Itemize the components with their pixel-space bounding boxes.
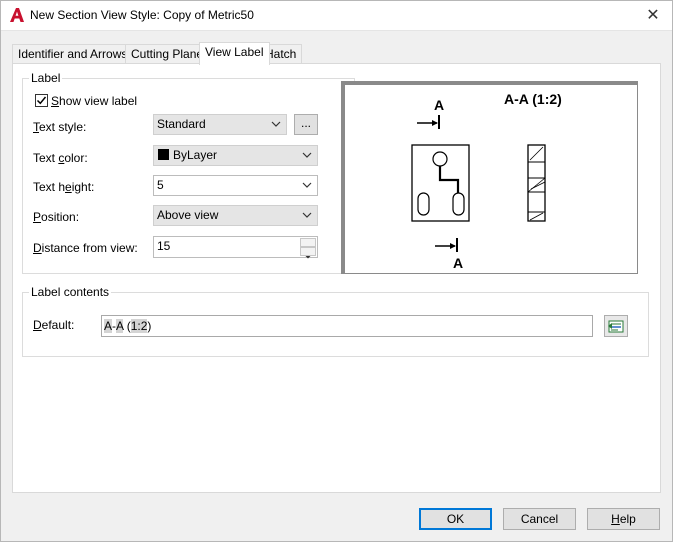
show-view-label-checkbox[interactable] [35,94,48,107]
label-contents-title: Label contents [29,285,112,299]
text-color-value: ByLayer [173,148,218,162]
tab-cutting-plane[interactable]: Cutting Plane [125,44,210,64]
tab-panel: Label Show view label Text style: Standa… [12,63,661,493]
color-swatch [158,149,169,160]
distance-from-view-value: 15 [157,239,171,253]
text-height-combo[interactable]: 5 [153,175,318,196]
field-edit-icon [608,320,624,333]
spin-up-button[interactable] [300,238,316,250]
text-color-select[interactable]: ByLayer [153,145,318,166]
chevron-down-icon [302,152,312,158]
chevron-down-icon [302,212,312,218]
window-title: New Section View Style: Copy of Metric50 [30,8,254,22]
chevron-down-icon [302,182,312,188]
text-color-label: Text color: [33,151,88,165]
position-select[interactable]: Above view [153,205,318,226]
label-contents-group: Label contents Default: A-A (1:2) [22,285,649,357]
close-icon[interactable]: ✕ [643,6,663,26]
checkmark-icon [36,96,47,105]
label-group: Label Show view label Text style: Standa… [22,71,355,274]
field-token: 1:2 [130,319,148,333]
label-group-title: Label [29,71,63,85]
text-style-select[interactable]: Standard [153,114,287,135]
autocad-a-icon [10,8,24,22]
title-bar: New Section View Style: Copy of Metric50… [0,0,673,31]
ok-button[interactable]: OK [419,508,492,530]
position-label: Position: [33,210,80,224]
tab-view-label[interactable]: View Label [199,42,270,65]
position-value: Above view [157,208,219,222]
literal-text: ( [123,319,131,333]
distance-from-view-spinner[interactable]: 15 [153,236,318,259]
text-style-value: Standard [157,117,206,131]
spin-down-button[interactable] [300,247,316,259]
chevron-down-icon [271,121,281,127]
preview-drawing: A A A-A (1:2) [342,82,637,273]
cancel-button[interactable]: Cancel [503,508,576,530]
help-button[interactable]: Help [587,508,660,530]
text-style-label: Text style: [33,120,87,134]
distance-from-view-label: Distance from view: [33,241,138,255]
section-view-preview: A A A-A (1:2) [341,81,638,274]
text-style-browse-button[interactable]: ... [294,114,318,135]
preview-top-identifier: A [434,97,444,113]
field-edit-button[interactable] [604,315,628,337]
preview-view-label: A-A (1:2) [504,91,562,107]
field-token: A [104,319,113,333]
literal-text: ) [147,319,152,333]
spin-down-icon [305,256,311,259]
preview-bottom-identifier: A [453,255,463,271]
text-height-label: Text height: [33,180,95,194]
default-label-input[interactable]: A-A (1:2) [101,315,593,337]
default-label: Default: [33,318,75,332]
show-view-label-label: Show view label [51,94,138,108]
text-height-value: 5 [157,178,164,192]
tab-identifier-and-arrows[interactable]: Identifier and Arrows [12,44,134,64]
